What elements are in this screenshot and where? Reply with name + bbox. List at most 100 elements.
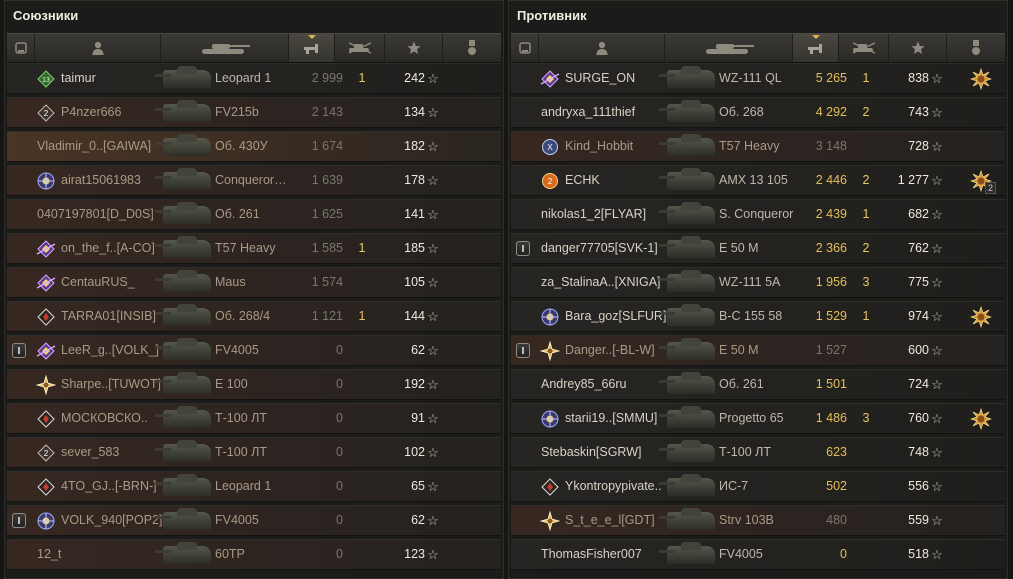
player-row[interactable]: SURGE_ON WZ-111 QL 5 265 1 838 ☆ [511, 63, 1005, 94]
platoon-cell [511, 540, 535, 569]
tank-icon [705, 44, 754, 54]
platoon-column-header[interactable] [511, 34, 539, 62]
vehicle-column-header[interactable] [161, 34, 289, 62]
kills-column-header[interactable] [839, 34, 889, 62]
player-row[interactable]: 2 sever_583 Т-100 ЛТ 0 102 ☆ [7, 437, 501, 468]
star-icon: ☆ [427, 377, 439, 392]
tank-silhouette-icon [659, 134, 715, 156]
vehicle-name: Т-100 ЛТ [215, 445, 267, 459]
player-column-header[interactable] [539, 34, 665, 62]
vehicle-icon [155, 404, 219, 433]
player-row[interactable]: 2 P4nzer666 FV215b 2 143 134 ☆ [7, 97, 501, 128]
player-name[interactable]: 12_t [37, 540, 157, 569]
medal-icon[interactable] [969, 305, 993, 328]
player-row[interactable]: 12_t 60TP 0 123 ☆ [7, 539, 501, 570]
platoon-cell [511, 166, 535, 195]
player-name[interactable]: za_StalinaA..[XNIGA] [541, 268, 661, 297]
points-value: 762 [908, 241, 929, 255]
xp-value: 1 121 [311, 309, 343, 323]
player-row[interactable]: Sharpe..[TUWOT] E 100 0 192 ☆ [7, 369, 501, 400]
player-name[interactable]: andryxa_111thief [541, 98, 661, 127]
medal-icon [972, 40, 980, 55]
points-value: 123 [404, 547, 425, 561]
vehicle-name: T57 Heavy [719, 139, 780, 153]
svg-text:2: 2 [44, 109, 49, 118]
player-name[interactable]: danger77705[SVK-1] [541, 234, 661, 263]
medal-icon[interactable]: 2 [969, 169, 996, 194]
vehicle-icon [155, 64, 219, 93]
player-name[interactable]: Stebaskin[SGRW] [541, 438, 661, 467]
player-row[interactable]: on_the_f..[A-CO] T57 Heavy 1 585 1 185 ☆ [7, 233, 501, 264]
player-row[interactable]: 2 ECHK AMX 13 105 2 446 2 1 277 ☆ 2 [511, 165, 1005, 196]
player-name[interactable]: nikolas1_2[FLYAR] [541, 200, 661, 229]
vehicle-icon [155, 472, 219, 501]
svg-text:2: 2 [548, 177, 553, 186]
points-column-header[interactable] [385, 34, 443, 62]
kills-value [345, 200, 379, 229]
player-row[interactable]: starii19..[SMMU] Progetto 65 1 486 3 760 ☆ [511, 403, 1005, 434]
player-name[interactable]: Andrey85_66ru [541, 370, 661, 399]
player-row[interactable]: Danger..[-BL-W] E 50 M1 527 600 ☆ [511, 335, 1005, 366]
points-column-header[interactable] [889, 34, 947, 62]
star-icon: ☆ [931, 71, 943, 86]
kills-value [849, 132, 883, 161]
player-row[interactable]: 13 taimur Leopard 12 999 1 242 ☆ [7, 63, 501, 94]
vehicle-icon [659, 234, 723, 263]
player-row[interactable]: Bara_goz[SLFUR] В-С 155 58 1 529 1 974 ☆ [511, 301, 1005, 332]
platoon-cell [511, 302, 535, 331]
platoon-column-header[interactable] [7, 34, 35, 62]
star-icon: ☆ [427, 241, 439, 256]
player-column-header[interactable] [35, 34, 161, 62]
vehicle-name: FV4005 [215, 513, 259, 527]
vehicle-icon [659, 132, 723, 161]
player-row[interactable]: danger77705[SVK-1] E 50 M 2 366 2 762 ☆ [511, 233, 1005, 264]
platoon-cell [7, 268, 31, 297]
vehicle-column-header[interactable] [665, 34, 793, 62]
player-row[interactable]: za_StalinaA..[XNIGA] WZ-111 5A 1 956 3 775 ☆ [511, 267, 1005, 298]
rank-badge-icon [33, 506, 59, 535]
vehicle-icon [659, 472, 723, 501]
player-row[interactable]: 4TO_GJ..[-BRN-] Leopard 1 0 65 ☆ [7, 471, 501, 502]
star-icon: ☆ [427, 207, 439, 222]
medals-column-header[interactable] [947, 34, 1005, 62]
kills-value: 3 [862, 411, 870, 425]
medal-icon[interactable] [969, 67, 993, 90]
vehicle-name: Об. 261 [215, 207, 260, 221]
medals-column-header[interactable] [443, 34, 501, 62]
rank-badge-icon [537, 506, 563, 535]
player-row[interactable]: S_t_e_e_l[GDT] Strv 103B 480 559 ☆ [511, 505, 1005, 536]
tank-icon [201, 44, 250, 54]
player-row[interactable]: airat15061983 Conqueror… 1 639 178 ☆ [7, 165, 501, 196]
player-row[interactable]: Andrey85_66ru Об. 261 1 501 724 ☆ [511, 369, 1005, 400]
rank-badge-icon [537, 64, 563, 93]
xp-value: 0 [336, 343, 343, 357]
player-row[interactable]: X Kind_Hobbit T57 Heavy 3 148 728 ☆ [511, 131, 1005, 162]
points-value: 682 [908, 207, 929, 221]
player-row[interactable]: Ykontropypivate.. ИС-7 502 556 ☆ [511, 471, 1005, 502]
player-row[interactable]: nikolas1_2[FLYAR] S. Conqueror 2 439 1 682 ☆ [511, 199, 1005, 230]
player-row[interactable]: ThomasFisher007 FV4005 0 518 ☆ [511, 539, 1005, 570]
enemies-title: Противник [517, 8, 587, 23]
tank-silhouette-icon [659, 304, 715, 326]
xp-column-header[interactable] [289, 34, 335, 62]
xp-value: 5 265 [815, 71, 847, 85]
tank-silhouette-icon [155, 542, 211, 564]
player-row[interactable]: CentauRUS_ Maus 1 574 105 ☆ [7, 267, 501, 298]
player-row[interactable]: Stebaskin[SGRW] Т-100 ЛТ 623 748 ☆ [511, 437, 1005, 468]
player-name[interactable]: Vladimir_0..[GAIWA] [37, 132, 157, 161]
kills-column-header[interactable] [335, 34, 385, 62]
kills-value: 2 [862, 173, 870, 187]
player-row[interactable]: МОСКОВСКО.. Т-100 ЛТ 0 91 ☆ [7, 403, 501, 434]
player-row[interactable]: TARRA01[INSIB] Об. 268/4 1 121 1 144 ☆ [7, 301, 501, 332]
tank-silhouette-icon [659, 372, 715, 394]
player-name[interactable]: ThomasFisher007 [541, 540, 661, 569]
player-row[interactable]: Vladimir_0..[GAIWA] Об. 430У 1 674 182 ☆ [7, 131, 501, 162]
medal-icon[interactable] [969, 407, 993, 430]
player-row[interactable]: LeeR_g..[VOLK_] FV4005 0 62 ☆ [7, 335, 501, 366]
player-row[interactable]: 0407197801[D_D0S] Об. 261 1 625 141 ☆ [7, 199, 501, 230]
player-name[interactable]: 0407197801[D_D0S] [37, 200, 157, 229]
xp-column-header[interactable] [793, 34, 839, 62]
points-value: 62 [411, 343, 425, 357]
player-row[interactable]: VOLK_940[POP2] FV4005 0 62 ☆ [7, 505, 501, 536]
player-row[interactable]: andryxa_111thief Об. 268 4 292 2 743 ☆ [511, 97, 1005, 128]
